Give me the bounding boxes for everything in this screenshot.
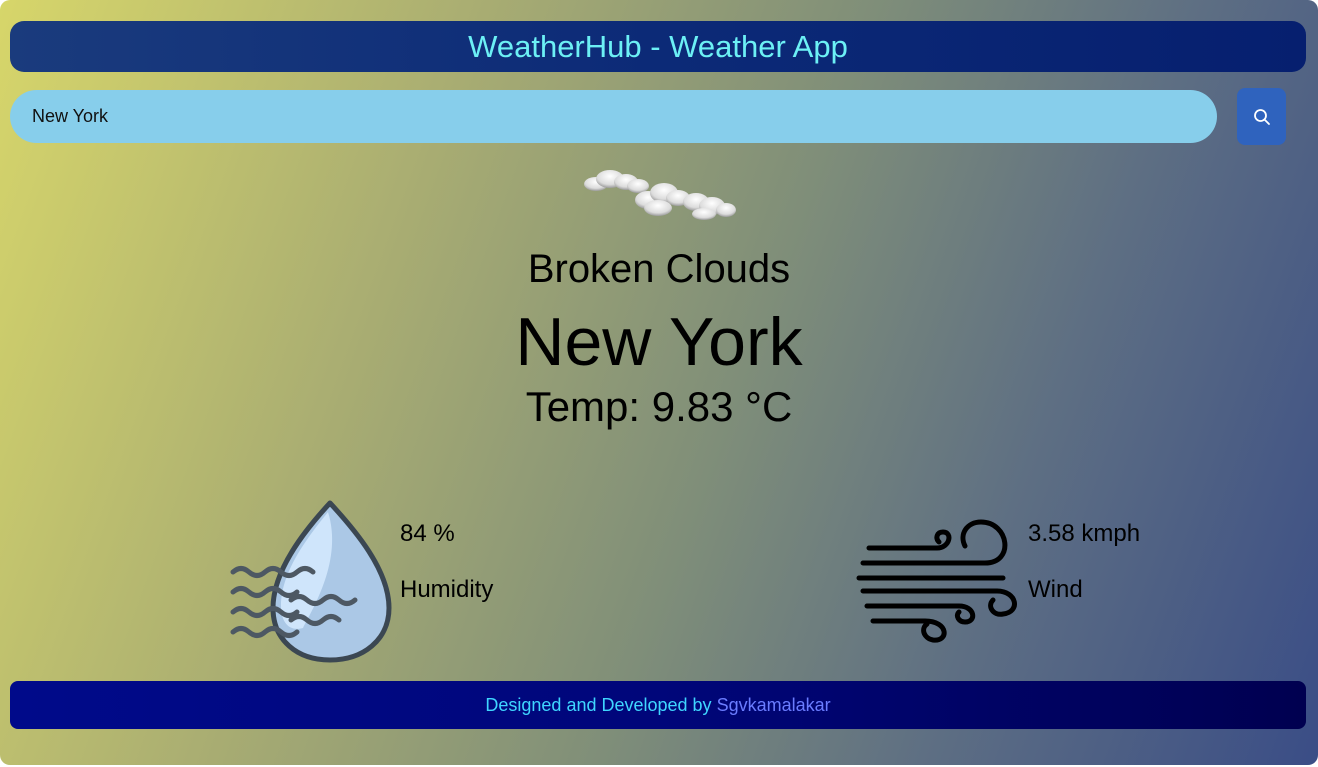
weather-description: Broken Clouds [527, 247, 791, 291]
search-icon [1253, 108, 1270, 125]
broken-clouds-icon [584, 170, 736, 220]
app-header: WeatherHub - Weather App [10, 21, 1306, 72]
footer-text: Designed and Developed by [485, 694, 712, 715]
app-title: WeatherHub - Weather App [468, 28, 848, 64]
city-name: New York [515, 304, 803, 380]
temperature: Temp: 9.83 °C [525, 383, 793, 430]
author-link[interactable]: Sgvkamalakar [717, 695, 831, 716]
search-button[interactable] [1237, 88, 1286, 145]
app-container: WeatherHub - Weather App New York Broken… [0, 0, 1318, 765]
wind-value: 3.58 kmph [1028, 520, 1141, 547]
app-footer: Designed and Developed by Sgvkamalakar [10, 681, 1306, 729]
humidity-icon [230, 500, 392, 663]
wind-label: Wind [1028, 576, 1083, 603]
wind-icon [856, 519, 1017, 643]
humidity-label: Humidity [400, 576, 494, 603]
city-search-input[interactable] [10, 90, 1217, 143]
humidity-value: 84 % [400, 520, 455, 547]
